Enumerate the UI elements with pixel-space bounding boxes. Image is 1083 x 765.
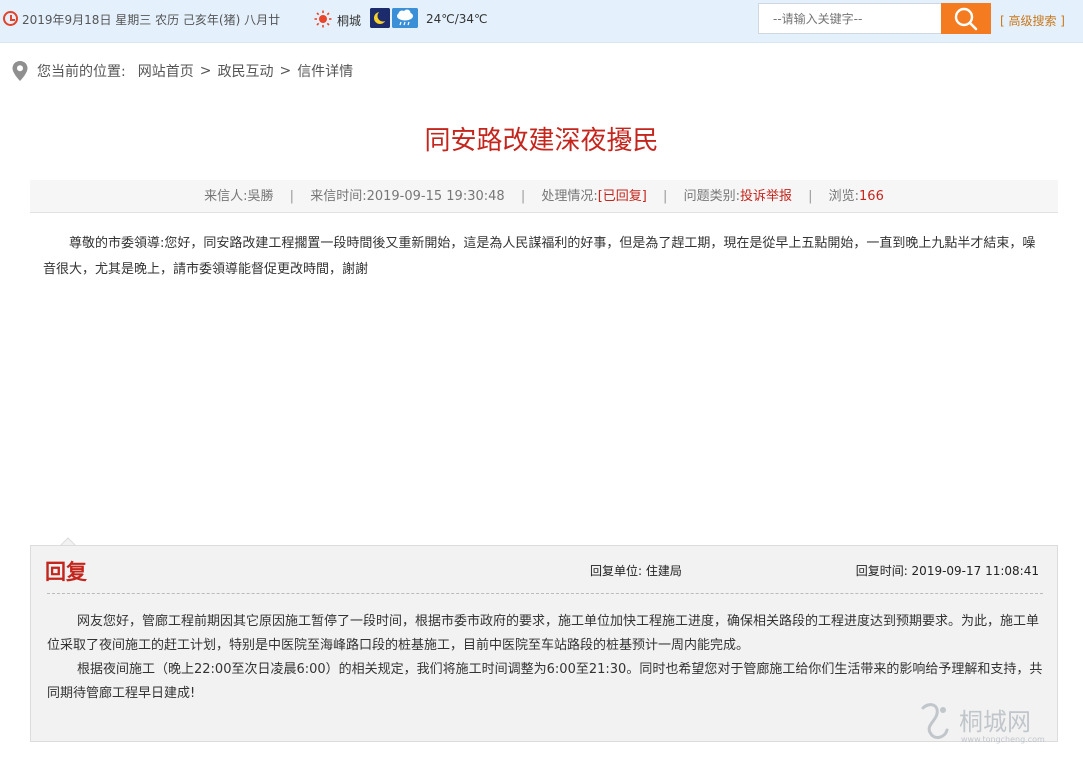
breadcrumb-interaction[interactable]: 政民互动 [217, 61, 273, 81]
meta-divider: | [808, 189, 813, 204]
date-text: 2019年9月18日 星期三 农历 己亥年(猪) 八月廿 [22, 13, 281, 27]
category-label: 问题类别: [683, 189, 740, 204]
breadcrumb-home[interactable]: 网站首页 [138, 61, 194, 81]
breadcrumb-current: 信件详情 [297, 64, 354, 80]
reply-paragraph: 网友您好，管廊工程前期因其它原因施工暂停了一段时间，根据市委市政府的要求，施工单… [47, 614, 1040, 653]
category-value: 投诉举报 [739, 189, 792, 204]
views-label: 浏览: [828, 189, 860, 204]
status-badge: [已回复] [597, 189, 647, 204]
reply-divider [47, 593, 1043, 594]
reply-body: 网友您好，管廊工程前期因其它原因施工暂停了一段时间，根据市委市政府的要求，施工单… [47, 610, 1043, 706]
moon-icon [370, 8, 390, 28]
time-label: 来信时间: [310, 189, 367, 204]
rain-cloud-icon [392, 8, 418, 28]
search-input[interactable] [758, 3, 942, 34]
reply-unit: 回复单位: 住建局 [590, 564, 682, 578]
clock-icon [3, 11, 18, 26]
status-label: 处理情况: [541, 189, 598, 204]
watermark-subtext: www.tongcheng.com [961, 735, 1045, 744]
breadcrumb-separator: > [199, 63, 212, 79]
sender-name: 吳勝 [247, 189, 274, 204]
advanced-search-link[interactable]: [ 高级搜索 ] [1000, 12, 1065, 29]
letter-meta: 来信人:吳勝 | 来信时间:2019-09-15 19:30:48 | 处理情况… [30, 180, 1058, 213]
sun-icon [314, 10, 332, 28]
watermark-text: 桐城网 [959, 708, 1031, 736]
breadcrumb-separator: > [279, 63, 292, 79]
page-title: 同安路改建深夜擾民 [424, 126, 659, 156]
city-name: 桐城 [337, 14, 362, 28]
sender-label: 来信人: [204, 189, 248, 204]
top-bar: 2019年9月18日 星期三 农历 己亥年(猪) 八月廿 桐城 24℃/34℃ … [0, 0, 1083, 43]
reply-paragraph: 根据夜间施工（晚上22:00至次日凌晨6:00）的相关规定，我们将施工时间调整为… [47, 662, 1043, 701]
search-button[interactable] [941, 3, 991, 34]
letter-time: 2019-09-15 19:30:48 [366, 189, 505, 204]
meta-divider: | [520, 189, 526, 204]
location-pin-icon [12, 61, 28, 81]
search-icon [954, 7, 978, 30]
reply-time: 回复时间: 2019-09-17 11:08:41 [855, 564, 1039, 578]
meta-divider: | [289, 189, 295, 204]
views-count: 166 [859, 189, 884, 204]
site-watermark-logo: 桐城网 www.tongcheng.com [921, 703, 1045, 744]
temperature: 24℃/34℃ [426, 12, 488, 26]
breadcrumb-prefix: 您当前的位置: [37, 64, 126, 80]
reply-panel: 回复 回复单位: 住建局 回复时间: 2019-09-17 11:08:41 网… [30, 545, 1058, 742]
breadcrumb: 您当前的位置: 网站首页 > 政民互动 > 信件详情 [11, 60, 353, 82]
letter-body: 尊敬的市委領導:您好，同安路改建工程擱置一段時間後又重新開始，這是為人民謀福利的… [43, 236, 1036, 277]
reply-title: 回复 [45, 560, 87, 584]
meta-divider: | [663, 189, 668, 204]
